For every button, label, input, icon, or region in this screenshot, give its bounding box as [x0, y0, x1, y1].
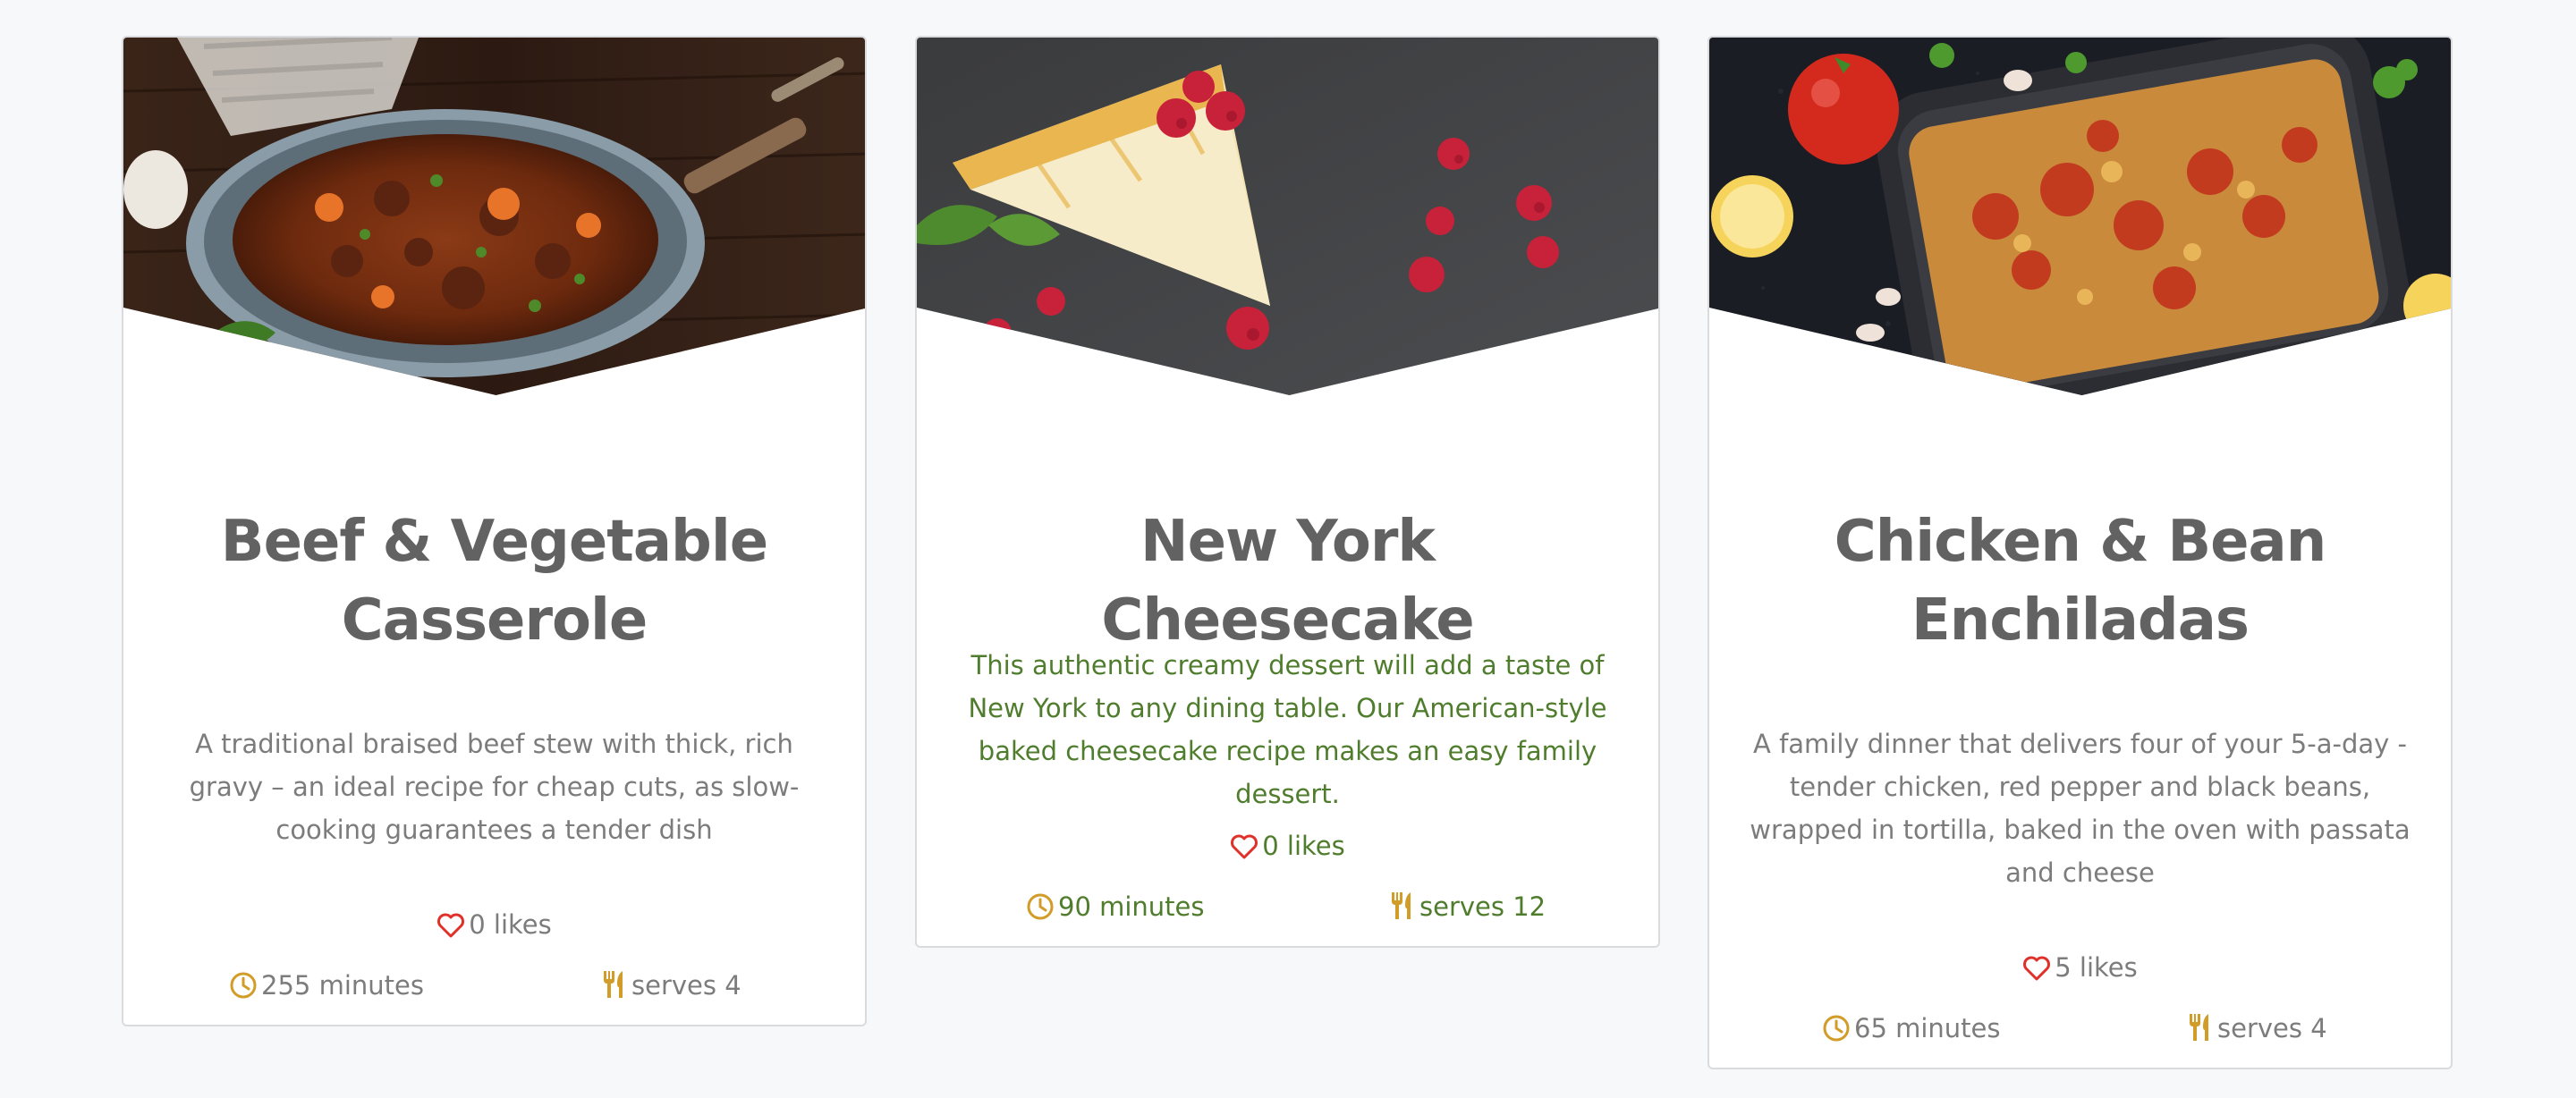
recipe-title[interactable]: Beef & Vegetable Casserole	[159, 503, 829, 660]
likes-count: 5 likes	[2055, 952, 2138, 983]
recipe-card-chicken-bean-enchiladas[interactable]: Chicken & Bean Enchiladas A family dinne…	[1707, 36, 2453, 1069]
heart-outline-icon	[1230, 833, 1258, 860]
recipe-photo-beef-casserole[interactable]	[123, 38, 865, 395]
servings-label: serves 12	[1419, 891, 1546, 922]
likes-button[interactable]: 0 likes	[123, 907, 865, 942]
clock-icon	[1026, 892, 1055, 921]
recipe-title[interactable]: Chicken & Bean Enchiladas	[1745, 503, 2415, 660]
recipe-card-new-york-cheesecake[interactable]: New York Cheesecake This authentic cream…	[915, 36, 1660, 948]
cook-time: 65 minutes	[1822, 1010, 2001, 1046]
recipe-title[interactable]: New York Cheesecake	[953, 503, 1623, 660]
recipe-card-beef-vegetable-casserole[interactable]: Beef & Vegetable Casserole A traditional…	[122, 36, 867, 1026]
fork-knife-icon	[1389, 891, 1416, 921]
clock-icon	[1822, 1014, 1851, 1043]
recipe-description: This authentic creamy dessert will add a…	[968, 650, 1607, 809]
likes-button[interactable]: 0 likes	[917, 828, 1658, 864]
cook-time: 90 minutes	[1026, 889, 1205, 925]
cook-time-label: 65 minutes	[1854, 1013, 2001, 1043]
clock-icon	[229, 971, 258, 1000]
recipe-photo-cheesecake[interactable]	[917, 38, 1658, 395]
cook-time-label: 255 minutes	[261, 970, 424, 1001]
likes-count: 0 likes	[1262, 831, 1345, 861]
likes-button[interactable]: 5 likes	[1709, 950, 2451, 985]
servings-label: serves 4	[2217, 1013, 2327, 1043]
cook-time: 255 minutes	[229, 967, 424, 1003]
heart-outline-icon	[2022, 955, 2051, 982]
servings-label: serves 4	[631, 970, 741, 1001]
cook-time-label: 90 minutes	[1058, 891, 1205, 922]
fork-knife-icon	[2187, 1012, 2214, 1043]
likes-count: 0 likes	[469, 909, 552, 940]
heart-outline-icon	[436, 912, 465, 939]
servings: serves 12	[1389, 889, 1546, 925]
servings: serves 4	[601, 967, 741, 1003]
recipe-description: A family dinner that delivers four of yo…	[1750, 729, 2411, 888]
recipe-description: A traditional braised beef stew with thi…	[189, 729, 800, 845]
fork-knife-icon	[601, 969, 628, 1000]
servings: serves 4	[2187, 1010, 2327, 1046]
recipe-photo-enchiladas[interactable]	[1709, 38, 2451, 395]
